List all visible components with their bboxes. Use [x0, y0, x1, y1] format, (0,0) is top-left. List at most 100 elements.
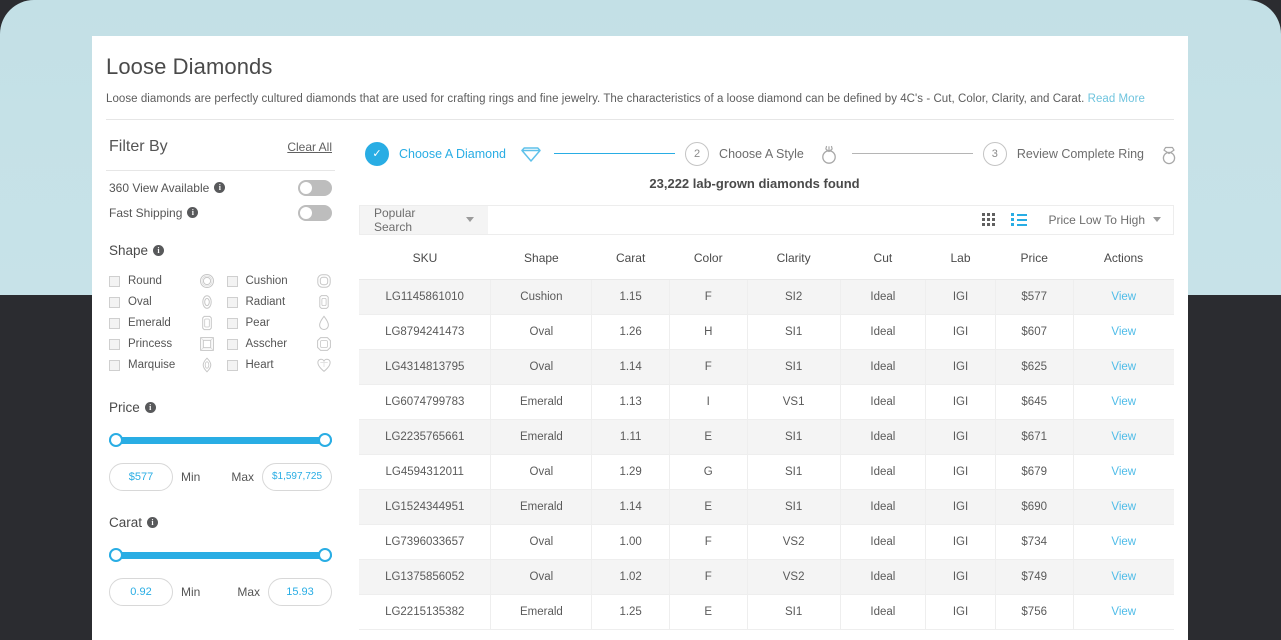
- loose-diamonds-card: Loose Diamonds Loose diamonds are perfec…: [92, 36, 1188, 640]
- column-header-price[interactable]: Price: [995, 234, 1074, 280]
- checkbox-marquise[interactable]: [109, 359, 120, 371]
- read-more-link[interactable]: Read More: [1088, 93, 1145, 105]
- sort-dropdown[interactable]: Price Low To High: [1037, 213, 1174, 227]
- shape-option-oval[interactable]: Oval: [109, 292, 215, 313]
- column-header-shape[interactable]: Shape: [490, 234, 592, 280]
- toggle-switch-fast-shipping[interactable]: [298, 204, 332, 221]
- table-row[interactable]: LG7396033657 Oval 1.00 F VS2 Ideal IGI $734 View: [359, 524, 1174, 560]
- checkbox-pear[interactable]: [226, 317, 238, 329]
- grid-view-icon[interactable]: [981, 213, 995, 227]
- info-icon[interactable]: i: [147, 516, 159, 528]
- carat-min-label: Min: [181, 584, 201, 599]
- price-slider[interactable]: [109, 432, 332, 447]
- carat-max-input[interactable]: 15.93: [268, 577, 332, 606]
- view-button[interactable]: View: [1111, 536, 1136, 548]
- step-1-label: Choose A Diamond: [399, 146, 507, 161]
- step-choose-a-style[interactable]: 2 Choose A Style: [685, 141, 842, 167]
- column-header-lab[interactable]: Lab: [925, 234, 996, 280]
- table-row[interactable]: LG1145861010 Cushion 1.15 F SI2 Ideal IGI $577 V…: [359, 279, 1174, 315]
- emerald-shape-icon: [199, 315, 215, 331]
- price-min-input[interactable]: $577: [109, 462, 173, 491]
- clear-all-button[interactable]: Clear All: [287, 140, 332, 154]
- shape-option-radiant[interactable]: Radiant: [226, 292, 333, 313]
- table-row[interactable]: LG2215135382 Emerald 1.25 E SI1 Ideal IGI $756 V…: [359, 594, 1174, 630]
- shape-option-marquise[interactable]: Marquise: [109, 355, 215, 376]
- checkbox-oval[interactable]: [109, 296, 120, 308]
- checkbox-asscher[interactable]: [226, 338, 238, 350]
- table-row[interactable]: LG8794241473 Oval 1.26 H SI1 Ideal IGI $607 View: [359, 314, 1174, 350]
- cell-color: F: [669, 349, 748, 385]
- cell-actions: View: [1073, 279, 1174, 315]
- price-slider-max-handle[interactable]: [318, 432, 332, 447]
- carat-min-input[interactable]: 0.92: [109, 577, 173, 606]
- table-row[interactable]: LG1524344951 Emerald 1.14 E SI1 Ideal IGI $690 V…: [359, 489, 1174, 525]
- popular-search-dropdown[interactable]: Popular Search: [360, 205, 488, 234]
- toggle-switch-360-view[interactable]: [298, 179, 332, 196]
- cell-carat: 1.14: [591, 489, 670, 525]
- shape-option-round[interactable]: Round: [109, 271, 215, 292]
- view-button[interactable]: View: [1111, 396, 1136, 408]
- view-button[interactable]: View: [1111, 501, 1136, 513]
- view-button[interactable]: View: [1111, 571, 1136, 583]
- checkbox-emerald[interactable]: [109, 317, 120, 329]
- table-row[interactable]: LG4314813795 Oval 1.14 F SI1 Ideal IGI $625 View: [359, 349, 1174, 385]
- carat-slider-min-handle[interactable]: [109, 547, 123, 562]
- view-button[interactable]: View: [1111, 466, 1136, 478]
- cell-sku: LG4594312011: [359, 454, 492, 490]
- table-row[interactable]: LG4594312011 Oval 1.29 G SI1 Ideal IGI $679 View: [359, 454, 1174, 490]
- view-button[interactable]: View: [1111, 326, 1136, 338]
- shape-title-text: Shape: [109, 242, 149, 258]
- view-button[interactable]: View: [1111, 606, 1136, 618]
- view-button[interactable]: View: [1111, 431, 1136, 443]
- shape-label-emerald: Emerald: [128, 317, 171, 330]
- shape-option-cushion[interactable]: Cushion: [226, 271, 333, 292]
- table-row[interactable]: LG1375856052 Oval 1.02 F VS2 Ideal IGI $749 View: [359, 559, 1174, 595]
- price-slider-min-handle[interactable]: [109, 432, 123, 447]
- info-icon[interactable]: i: [187, 207, 199, 219]
- asscher-shape-icon: [316, 336, 332, 352]
- cell-shape: Oval: [490, 314, 593, 350]
- carat-slider[interactable]: [109, 547, 332, 562]
- info-icon[interactable]: i: [214, 182, 226, 194]
- shape-label-radiant: Radiant: [245, 296, 286, 309]
- cell-shape: Oval: [490, 454, 593, 490]
- toggle-row-360-view[interactable]: 360 View Available i: [106, 171, 335, 196]
- step-review-complete-ring[interactable]: 3 Review Complete Ring: [982, 141, 1182, 167]
- cell-cut: Ideal: [840, 594, 927, 630]
- cell-cut: Ideal: [840, 419, 927, 455]
- column-header-sku[interactable]: SKU: [359, 234, 491, 280]
- filter-by-title: Filter By: [109, 137, 168, 155]
- column-header-carat[interactable]: Carat: [591, 234, 670, 280]
- price-max-input[interactable]: $1,597,725: [262, 462, 332, 491]
- shape-option-emerald[interactable]: Emerald: [109, 313, 215, 334]
- results-toolbar: Popular Search Price Low To High: [359, 204, 1174, 235]
- step-choose-a-diamond[interactable]: ✓ Choose A Diamond: [365, 141, 544, 167]
- checkbox-radiant[interactable]: [226, 296, 238, 308]
- column-header-color[interactable]: Color: [669, 234, 748, 280]
- cell-clarity: VS1: [747, 384, 841, 420]
- list-view-icon[interactable]: [1010, 213, 1027, 227]
- checkbox-heart[interactable]: [226, 359, 238, 371]
- checkbox-princess[interactable]: [109, 338, 120, 350]
- shape-option-pear[interactable]: Pear: [226, 313, 333, 334]
- info-icon[interactable]: i: [144, 401, 156, 413]
- toggle-row-fast-shipping[interactable]: Fast Shipping i: [106, 196, 335, 221]
- results-count: 23,222 lab-grown diamonds found: [649, 175, 860, 191]
- column-header-clarity[interactable]: Clarity: [747, 234, 841, 280]
- checkbox-round[interactable]: [109, 275, 120, 287]
- checkbox-cushion[interactable]: [226, 275, 238, 287]
- table-row[interactable]: LG2235765661 Emerald 1.11 E SI1 Ideal IGI $671 V…: [359, 419, 1174, 455]
- cell-actions: View: [1073, 559, 1174, 595]
- shape-option-heart[interactable]: Heart: [226, 355, 333, 376]
- info-icon[interactable]: i: [153, 244, 165, 256]
- carat-slider-max-handle[interactable]: [318, 547, 332, 562]
- column-header-cut[interactable]: Cut: [840, 234, 926, 280]
- view-button[interactable]: View: [1111, 291, 1136, 303]
- filter-sidebar: Filter By Clear All 360 View Available i…: [92, 120, 349, 630]
- shape-option-asscher[interactable]: Asscher: [226, 334, 333, 355]
- shape-option-princess[interactable]: Princess: [109, 334, 215, 355]
- table-row[interactable]: LG6074799783 Emerald 1.13 I VS1 Ideal IGI $645 V…: [359, 384, 1174, 420]
- cell-clarity: SI1: [747, 489, 841, 525]
- view-button[interactable]: View: [1111, 361, 1136, 373]
- cell-lab: IGI: [925, 454, 996, 490]
